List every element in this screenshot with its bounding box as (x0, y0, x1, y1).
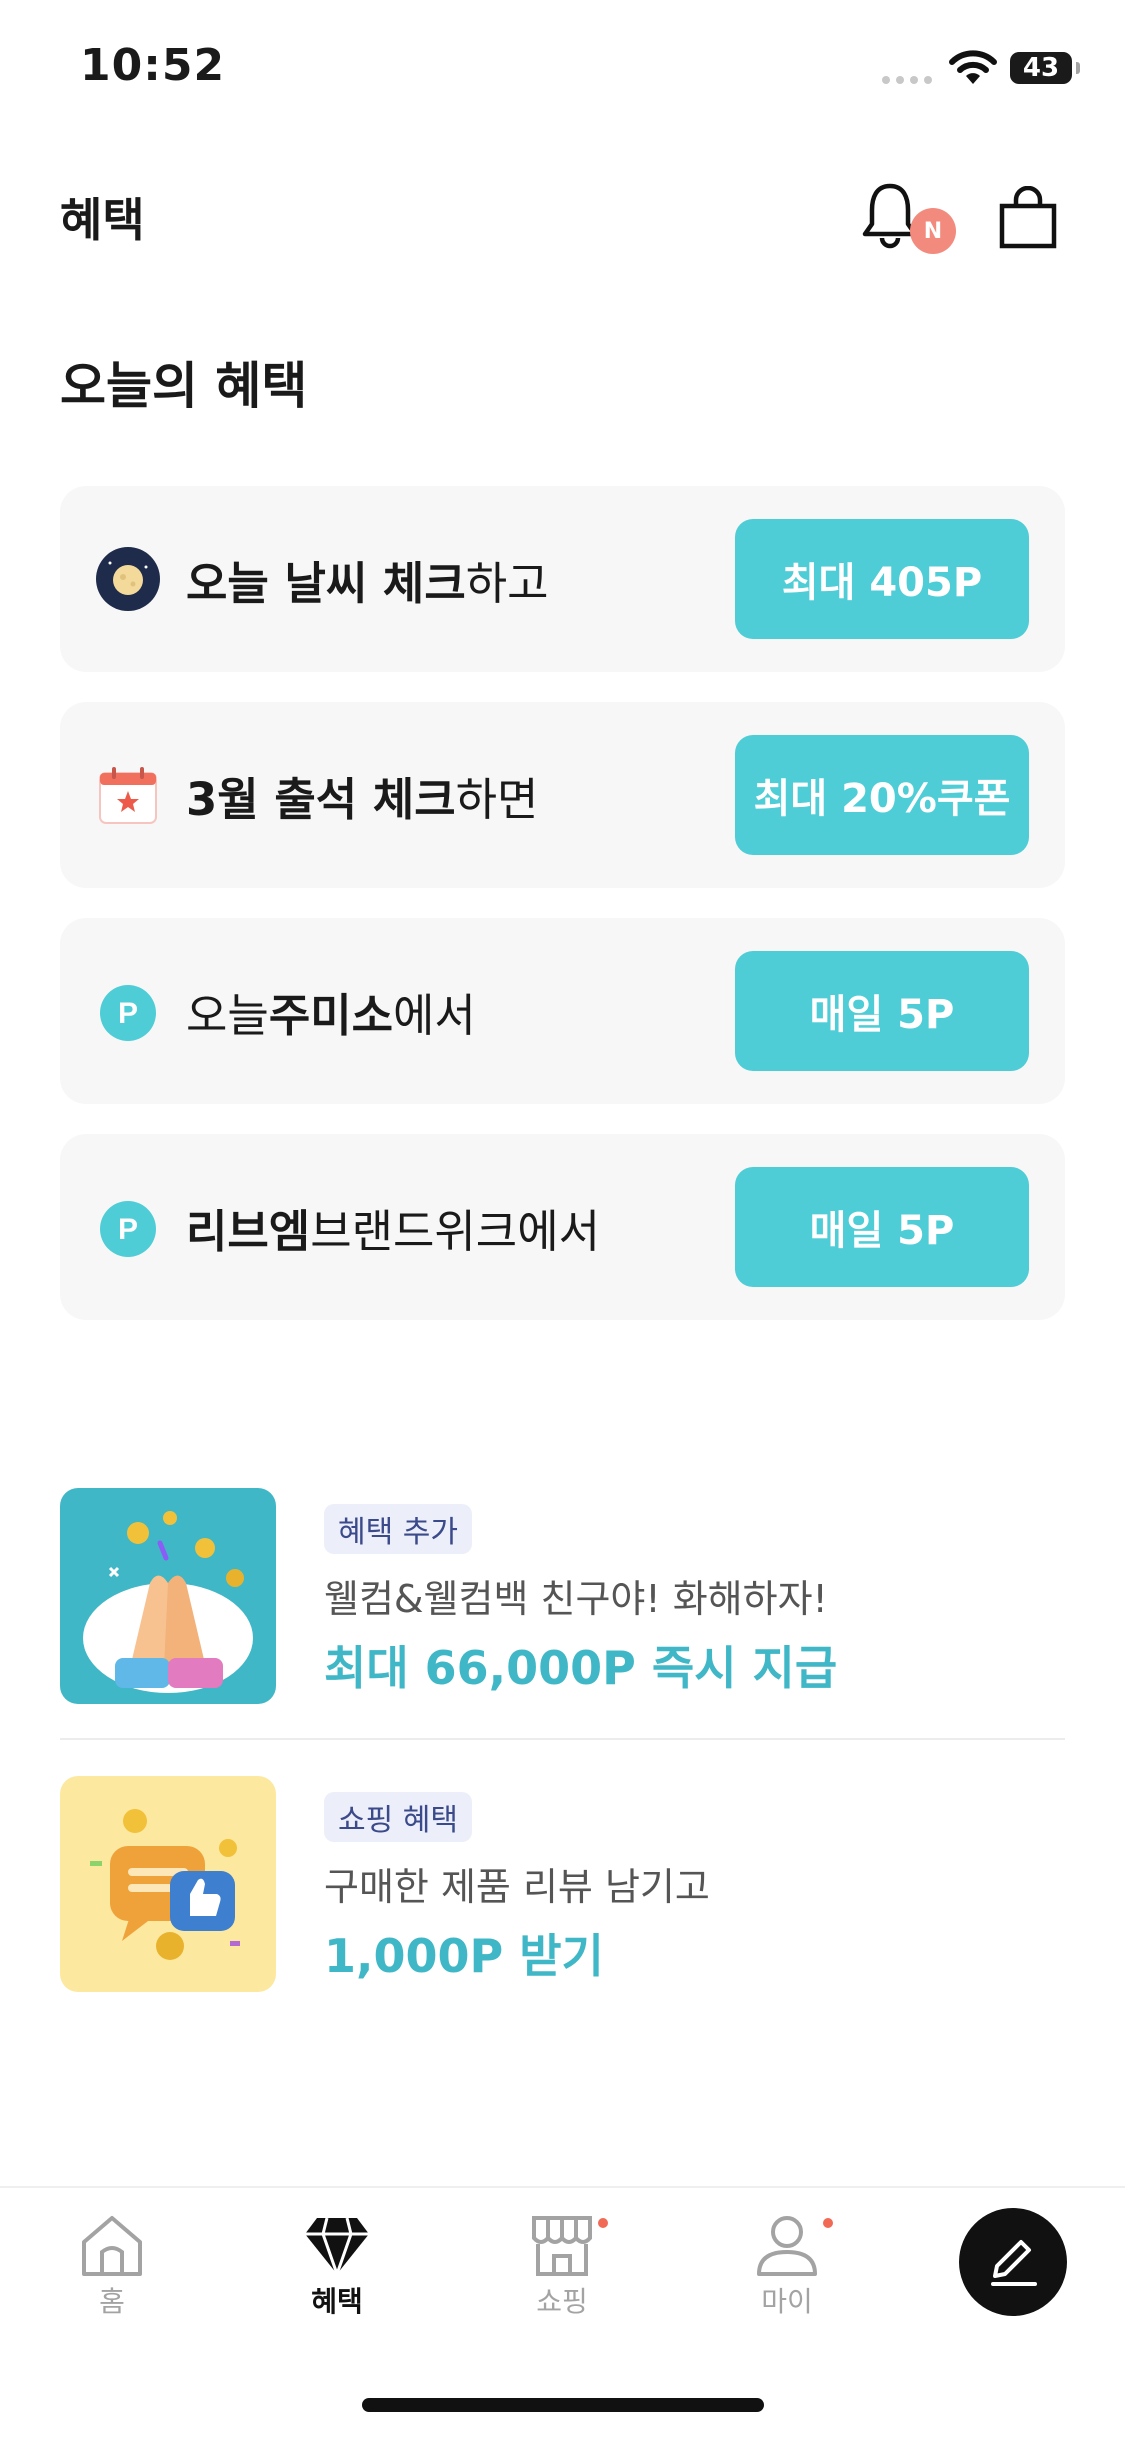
promo-thumbnail[interactable] (60, 1776, 276, 1992)
svg-text:P: P (118, 997, 138, 1030)
clapping-hands-icon (83, 1511, 253, 1693)
shopping-bag-icon[interactable] (996, 186, 1060, 250)
benefit-text: 리브엠 브랜드위크에서 (186, 1204, 601, 1258)
benefit-card-attendance[interactable]: 3월 출석 체크 하면 최대 20%쿠폰 (60, 702, 1065, 888)
tab-my[interactable]: 마이 (727, 2212, 847, 2320)
review-chat-icon (90, 1809, 240, 1960)
status-time: 10:52 (80, 40, 226, 91)
divider (60, 1738, 1065, 1740)
benefit-card-weather[interactable]: 오늘 날씨 체크 하고 최대 405P (60, 486, 1065, 672)
benefit-card-livem[interactable]: P 리브엠 브랜드위크에서 매일 5P (60, 1134, 1065, 1320)
promo-highlight[interactable]: 1,000P 받기 (324, 1920, 604, 1986)
diamond-icon (305, 2217, 369, 2278)
cellular-signal-icon (882, 76, 932, 84)
battery-icon: 43 (1010, 52, 1072, 84)
point-icon: P (100, 1201, 156, 1257)
benefit-button[interactable]: 최대 405P (735, 519, 1029, 639)
benefit-text: 3월 출석 체크 하면 (186, 772, 539, 826)
section-title: 오늘의 혜택 (60, 357, 308, 415)
promo-tag: 쇼핑 혜택 (324, 1792, 472, 1842)
promo-description: 웰컴&웰컴백 친구야! 화해하자! (324, 1577, 828, 1621)
tab-shopping[interactable]: 쇼핑 (502, 2212, 622, 2320)
person-icon (757, 2216, 817, 2276)
new-dot (823, 2218, 833, 2228)
pencil-icon (991, 2240, 1037, 2286)
promo-tag: 혜택 추가 (324, 1504, 472, 1554)
home-indicator (362, 2398, 764, 2412)
benefit-card-jumiso[interactable]: P 오늘 주미소 에서 매일 5P (60, 918, 1065, 1104)
write-review-button[interactable] (959, 2208, 1067, 2316)
benefit-button[interactable]: 매일 5P (735, 951, 1029, 1071)
moon-icon (96, 547, 160, 611)
benefit-text: 오늘 날씨 체크 하고 (186, 556, 549, 610)
home-icon (82, 2216, 142, 2276)
battery-cap (1076, 62, 1080, 74)
promo-description: 구매한 제품 리뷰 남기고 (324, 1865, 710, 1909)
tab-label: 혜택 (311, 2285, 363, 2318)
tab-home[interactable]: 홈 (52, 2212, 172, 2320)
tab-label: 쇼핑 (536, 2285, 588, 2318)
store-icon (532, 2216, 592, 2276)
benefit-button[interactable]: 최대 20%쿠폰 (735, 735, 1029, 855)
calendar-icon (99, 767, 157, 824)
benefit-button[interactable]: 매일 5P (735, 1167, 1029, 1287)
promo-thumbnail[interactable] (60, 1488, 276, 1704)
tab-label: 마이 (761, 2285, 813, 2318)
page-title: 혜택 (60, 193, 145, 247)
notification-badge: N (910, 208, 956, 254)
wifi-icon (949, 50, 997, 84)
tab-label: 홈 (99, 2285, 125, 2318)
benefit-text: 오늘 주미소 에서 (186, 988, 476, 1042)
new-dot (598, 2218, 608, 2228)
tab-benefits[interactable]: 혜택 (277, 2212, 397, 2320)
point-icon: P (100, 985, 156, 1041)
svg-text:P: P (118, 1213, 138, 1246)
promo-highlight[interactable]: 최대 66,000P 즉시 지급 (324, 1632, 837, 1698)
